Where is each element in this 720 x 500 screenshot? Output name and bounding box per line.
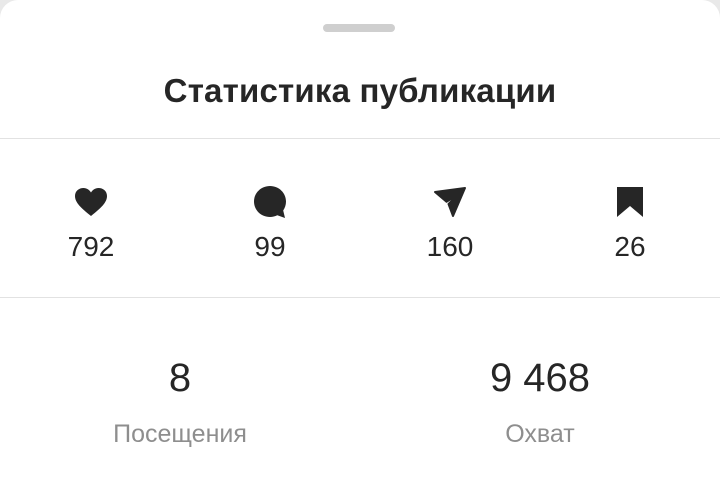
shares-count: 160 [426,231,474,262]
saves-stat: 26 [570,139,690,297]
share-send-icon [390,185,510,219]
post-insights-sheet: Статистика публикации 792 99 160 26 8 По… [0,0,720,500]
bookmark-icon [570,185,690,219]
comments-count: 99 [254,231,286,262]
interaction-counts-row: 792 99 160 26 [0,139,720,298]
saves-count: 26 [614,231,646,262]
visits-value: 8 [168,356,192,400]
heart-icon [31,185,151,219]
likes-stat: 792 [31,139,151,297]
sheet-drag-handle[interactable] [323,24,395,32]
visits-label: Посещения [113,420,247,448]
reach-stats-row: 8 Посещения 9 468 Охват [0,298,720,500]
comment-bubble-icon [210,185,330,219]
reach-label: Охват [505,420,575,448]
comments-stat: 99 [210,139,330,297]
visits-stat: 8 Посещения [30,298,330,500]
shares-stat: 160 [390,139,510,297]
sheet-header: Статистика публикации [0,48,720,139]
reach-value: 9 468 [489,356,591,400]
page-title: Статистика публикации [163,72,557,109]
likes-count: 792 [67,231,115,262]
reach-stat: 9 468 Охват [390,298,690,500]
